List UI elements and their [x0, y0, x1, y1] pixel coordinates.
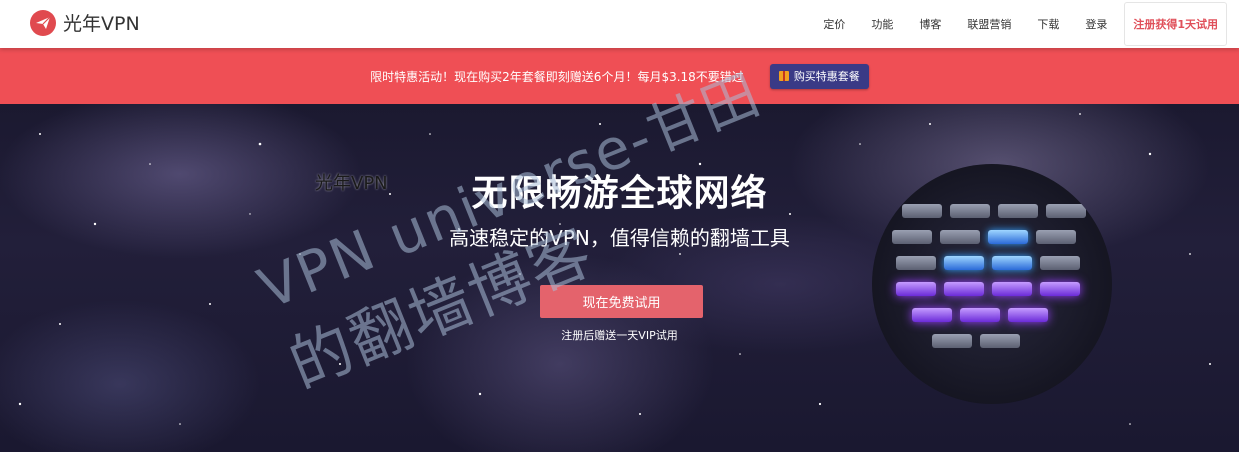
nav-affiliate[interactable]: 联盟营销	[954, 16, 1024, 32]
header: 光年VPN 定价 功能 博客 联盟营销 下载 登录 注册获得1天试用	[0, 0, 1239, 48]
hero-section: 光年VPN 无限畅游全球网络 高速稳定的VPN，值得信赖的翻墙工具 现在免费试用…	[0, 104, 1239, 452]
hero-title: 无限畅游全球网络	[471, 173, 768, 214]
nav-pricing[interactable]: 定价	[810, 16, 858, 32]
logo-text: 光年VPN	[63, 13, 140, 35]
nav-login[interactable]: 登录	[1072, 16, 1120, 32]
nav-blog[interactable]: 博客	[906, 16, 954, 32]
buy-deal-button[interactable]: 购买特惠套餐	[769, 63, 869, 89]
nav-features[interactable]: 功能	[858, 16, 906, 32]
nav-download[interactable]: 下载	[1024, 16, 1072, 32]
promo-text: 限时特惠活动！现在购买2年套餐即刻赠送6个月！每月$3.18不要错过	[370, 69, 744, 84]
signup-trial-button[interactable]: 注册获得1天试用	[1124, 2, 1227, 46]
trial-note: 注册后赠送一天VIP试用	[561, 329, 678, 342]
buy-deal-label: 购买特惠套餐	[793, 70, 860, 83]
main-nav: 定价 功能 博客 联盟营销 下载 登录 注册获得1天试用	[810, 0, 1227, 48]
hero-subtitle: 高速稳定的VPN，值得信赖的翻墙工具	[449, 226, 790, 250]
promo-bar: 限时特惠活动！现在购买2年套餐即刻赠送6个月！每月$3.18不要错过 购买特惠套…	[0, 48, 1239, 104]
logo[interactable]: 光年VPN	[30, 9, 140, 36]
gift-icon	[778, 71, 789, 81]
paper-plane-icon	[30, 9, 56, 36]
free-trial-button[interactable]: 现在免费试用	[540, 285, 703, 318]
